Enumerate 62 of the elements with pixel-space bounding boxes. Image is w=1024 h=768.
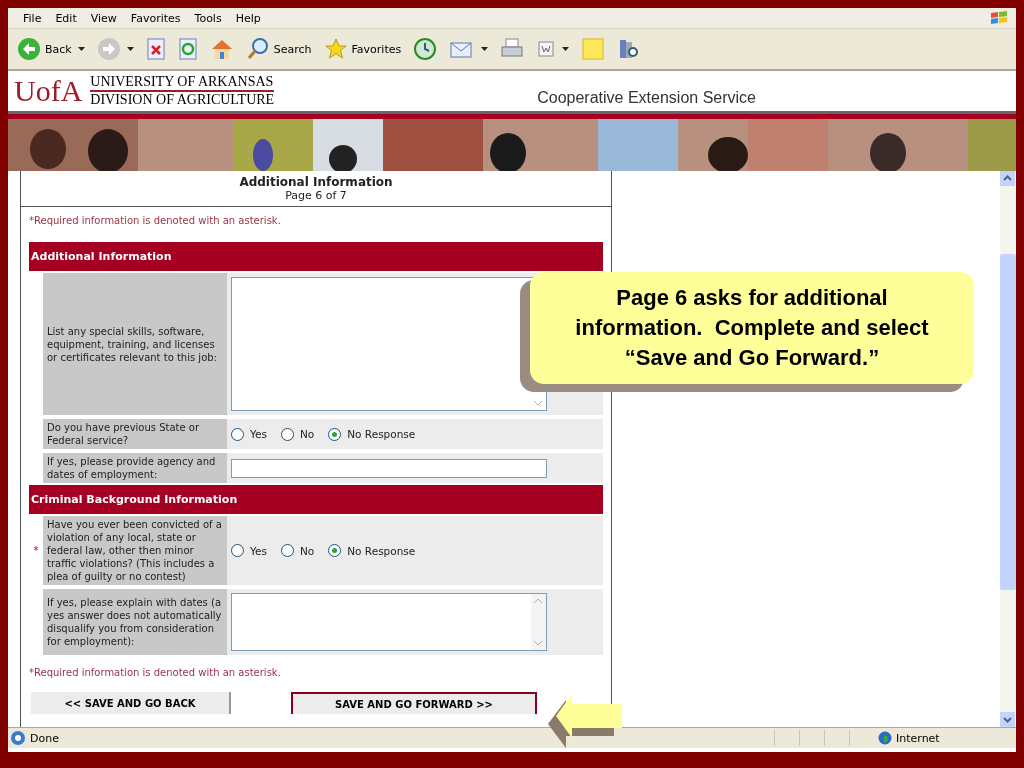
caret-icon[interactable] xyxy=(126,47,134,51)
favorites-button[interactable]: Favorites xyxy=(320,35,405,63)
menu-item[interactable]: Tools xyxy=(187,11,229,25)
menu-item[interactable]: Edit xyxy=(48,11,84,25)
search-icon xyxy=(245,37,270,61)
save-forward-button[interactable]: SAVE AND GO FORWARD >> xyxy=(291,692,537,714)
menu-item[interactable]: File xyxy=(16,11,49,25)
division-name: DIVISION OF AGRICULTURE xyxy=(90,92,275,108)
radio-label: No Response xyxy=(347,544,416,557)
section-header: Additional Information xyxy=(29,242,603,271)
radio-button[interactable] xyxy=(231,544,244,557)
star-icon xyxy=(323,37,348,61)
radio-button[interactable] xyxy=(231,427,244,441)
field-label: List any special skills, software, equipment, training, and licenses or certificates relevant to this job: xyxy=(43,273,227,415)
search-button[interactable]: Search xyxy=(242,35,315,63)
save-back-button[interactable]: << SAVE AND GO BACK xyxy=(31,692,231,714)
field-label: If yes, please provide agency and dates of employment: xyxy=(43,453,227,483)
page-indicator: Page 6 of 7 xyxy=(285,189,347,202)
stop-icon xyxy=(145,37,166,61)
back-button[interactable]: Back xyxy=(14,35,88,63)
radio-button[interactable] xyxy=(328,544,342,557)
radio-label: No xyxy=(299,428,315,440)
field-label: If yes, please explain with dates (a yes answer does not automatically disqualify you from consideration for employment): xyxy=(43,589,227,655)
field-label: Have you ever been convicted of a violation of any local, state or federal law, other then minor traffic violations? (This includes a plea of guilty or no contest) xyxy=(43,516,227,585)
security-zone: Internet xyxy=(896,731,941,745)
radio-label: Yes xyxy=(250,544,267,557)
menu-item[interactable]: Help xyxy=(228,11,268,25)
menu-item[interactable]: View xyxy=(83,11,124,25)
section-header: Criminal Background Information xyxy=(29,485,603,514)
radio-button[interactable] xyxy=(280,427,294,441)
caret-icon[interactable] xyxy=(77,47,85,51)
refresh-icon xyxy=(177,37,198,61)
radio-label: No Response xyxy=(347,428,416,440)
menu-item[interactable]: Favorites xyxy=(123,11,188,25)
required-marker: * xyxy=(33,544,39,557)
logo-mark: UofA xyxy=(14,74,83,108)
service-name: Cooperative Extension Service xyxy=(537,89,756,107)
required-note: *Required information is denoted with an asterisk. xyxy=(29,667,282,678)
caret-icon[interactable] xyxy=(481,47,489,51)
note-icon xyxy=(581,37,606,61)
forward-icon xyxy=(96,37,121,61)
radio-button[interactable] xyxy=(280,544,294,557)
page-icon xyxy=(10,730,26,746)
globe-icon xyxy=(878,731,892,745)
radio-label: No xyxy=(299,544,315,557)
windows-logo-icon xyxy=(990,10,1008,26)
back-icon xyxy=(17,37,41,61)
radio-label: Yes xyxy=(250,428,267,440)
university-name: UNIVERSITY OF ARKANSAS xyxy=(90,74,275,92)
input-field[interactable] xyxy=(231,458,547,478)
scroll-down-icon[interactable] xyxy=(1000,712,1015,727)
radio-button[interactable] xyxy=(328,427,342,441)
scroll-up-icon[interactable] xyxy=(1000,171,1015,186)
field-label: Do you have previous State or Federal service? xyxy=(43,419,227,449)
form-title: Additional Information xyxy=(239,175,393,189)
required-note: *Required information is denoted with an asterisk. xyxy=(29,215,282,226)
text-area[interactable] xyxy=(231,277,547,411)
document-icon xyxy=(536,39,557,59)
caret-icon[interactable] xyxy=(562,47,570,51)
clock-icon xyxy=(413,37,438,61)
scrollbar[interactable] xyxy=(1000,171,1016,727)
status-text: Done xyxy=(30,731,59,745)
